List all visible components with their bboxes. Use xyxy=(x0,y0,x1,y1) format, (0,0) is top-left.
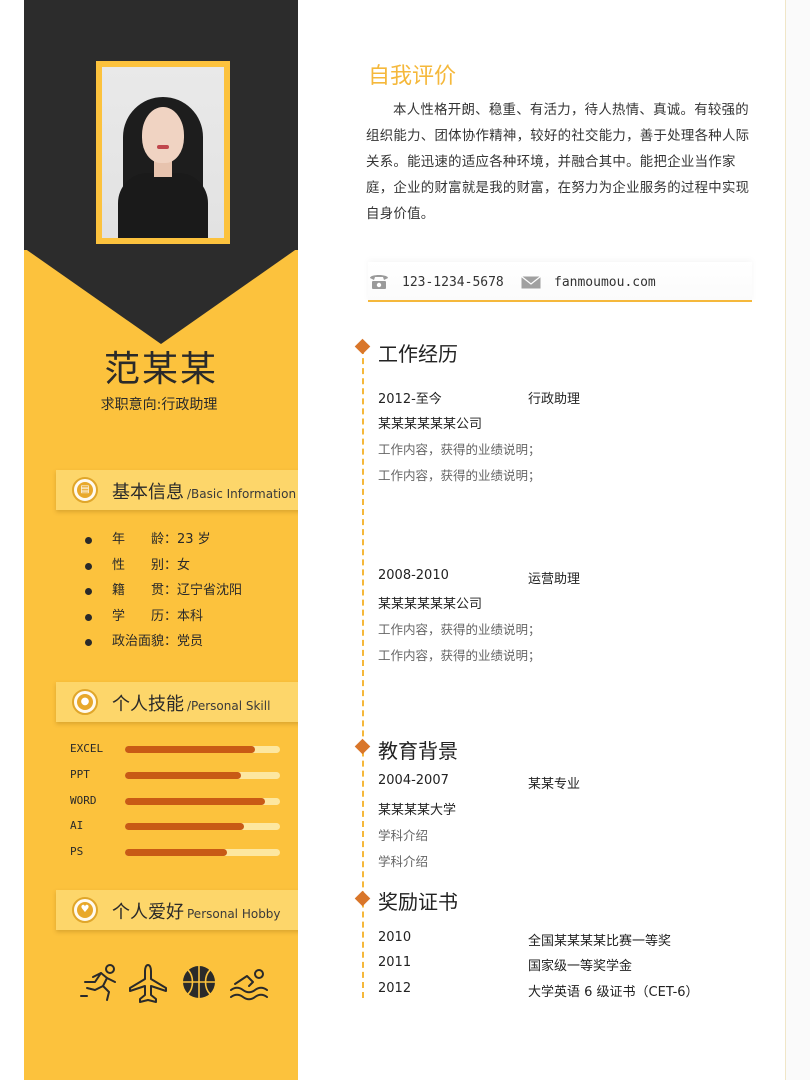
education-period: 2004-2007 某某专业 xyxy=(378,773,581,792)
work-entry-2-company: 某某某某某某公司 xyxy=(378,597,483,612)
airplane-icon xyxy=(129,964,167,1003)
skill-bar-fill xyxy=(125,849,228,857)
work-entry-1-detail: 工作内容，获得的业绩说明； xyxy=(378,442,541,457)
phone-icon xyxy=(370,275,388,289)
contact-email: fanmoumou.com xyxy=(554,275,656,290)
work-entry-2-detail: 工作内容，获得的业绩说明； xyxy=(378,622,541,637)
skill-bar-fill xyxy=(125,746,256,753)
basketball-icon xyxy=(183,966,215,998)
email-icon xyxy=(521,276,541,289)
education-title: 教育背景 xyxy=(378,739,458,763)
skill-bar-fill xyxy=(125,771,242,779)
work-entry-2-role: 运营助理 xyxy=(528,572,581,587)
skill-bar-track xyxy=(125,746,280,753)
job-intent: 求职意向:行政助理 xyxy=(100,397,218,413)
page-left-margin xyxy=(0,0,24,1080)
awards-title: 奖励证书 xyxy=(378,890,458,914)
hobby-title-en: Personal Hobby xyxy=(187,907,281,921)
info-education: 学 历：本科 xyxy=(84,606,242,632)
info-political: 政治面貌：党员 xyxy=(84,631,242,657)
work-entry-2-period: 2008-2010 运营助理 xyxy=(378,568,581,587)
award-row: 2010 全国某某某某比赛一等奖 xyxy=(378,930,672,949)
award-name: 国家级一等奖学金 xyxy=(528,959,633,974)
document-icon: ▤ xyxy=(72,477,98,503)
skill-bar-track xyxy=(125,797,280,805)
skill-bar-track xyxy=(125,771,280,779)
skills-title: 个人技能 xyxy=(112,694,184,715)
info-age: 年 龄：23 岁 xyxy=(84,529,242,555)
hobby-icons xyxy=(79,962,269,1006)
user-add-icon: ● xyxy=(72,689,98,715)
running-icon xyxy=(80,964,116,1001)
skill-label: AI xyxy=(70,819,84,833)
skill-label: PPT xyxy=(70,767,90,781)
award-name: 大学英语 6 级证书（CET-6） xyxy=(528,985,699,1000)
work-entry-1-period: 2012-至今 行政助理 xyxy=(378,388,580,407)
resume-page: 范某某 求职意向:行政助理 ▤ 基本信息/Basic Information 年… xyxy=(0,0,810,1080)
skill-label: EXCEL xyxy=(70,742,104,755)
basic-info-title: 基本信息 xyxy=(112,482,184,503)
candidate-name: 范某某 xyxy=(103,349,218,390)
swimming-icon xyxy=(230,969,268,1001)
heart-icon: ♥ xyxy=(72,897,98,923)
award-row: 2012 大学英语 6 级证书（CET-6） xyxy=(378,981,699,1000)
education-detail: 学科介绍 xyxy=(378,854,429,869)
skill-bar-fill xyxy=(125,823,245,831)
award-row: 2011 国家级一等奖学金 xyxy=(378,955,633,974)
education-major: 某某专业 xyxy=(528,777,581,792)
section-diamond xyxy=(354,890,371,907)
section-diamond xyxy=(354,338,371,355)
work-entry-1-role: 行政助理 xyxy=(528,392,581,407)
skill-bar-track xyxy=(125,823,280,831)
skill-label: PS xyxy=(70,845,84,859)
basic-info-header: ▤ 基本信息/Basic Information xyxy=(56,470,298,510)
profile-photo-frame xyxy=(96,61,230,244)
skills-header: ● 个人技能/Personal Skill xyxy=(56,682,298,722)
section-diamond xyxy=(354,738,371,755)
profile-photo xyxy=(102,67,224,238)
hobby-header: ♥ 个人爱好 Personal Hobby xyxy=(56,890,298,930)
main-content: 自我评价 本人性格开朗、稳重、有活力，待人热情、真诚。有较强的组织能力、团体协作… xyxy=(298,0,786,1080)
self-eval-text: 本人性格开朗、稳重、有活力，待人热情、真诚。有较强的组织能力、团体协作精神，较好… xyxy=(366,103,750,222)
page-right-margin xyxy=(785,0,810,1080)
info-origin: 籍 贯：辽宁省沈阳 xyxy=(84,580,242,606)
contact-phone: 123-1234-5678 xyxy=(402,275,504,290)
basic-info-list: 年 龄：23 岁 性 别：女 籍 贯：辽宁省沈阳 学 历：本科 政治面貌：党员 xyxy=(84,529,242,657)
basic-info-title-en: /Basic Information xyxy=(187,487,297,501)
skill-label: WORD xyxy=(70,793,97,807)
contact-bar: 123-1234-5678 fanmoumou.com xyxy=(368,262,752,302)
award-name: 全国某某某某比赛一等奖 xyxy=(528,934,672,949)
sidebar: 范某某 求职意向:行政助理 ▤ 基本信息/Basic Information 年… xyxy=(24,0,298,1080)
education-school: 某某某某大学 xyxy=(378,803,457,818)
work-entry-1-company: 某某某某某某公司 xyxy=(378,417,483,432)
info-gender: 性 别：女 xyxy=(84,555,242,581)
self-eval-title: 自我评价 xyxy=(368,64,457,89)
skill-bar-fill xyxy=(125,797,265,805)
skill-bar-track xyxy=(125,849,280,857)
sidebar-chevron xyxy=(24,248,298,344)
work-title: 工作经历 xyxy=(378,342,458,366)
education-detail: 学科介绍 xyxy=(378,828,429,843)
hobby-title: 个人爱好 xyxy=(112,902,184,923)
skills-title-en: /Personal Skill xyxy=(187,699,271,713)
work-entry-1-detail: 工作内容，获得的业绩说明； xyxy=(378,468,541,483)
work-entry-2-detail: 工作内容，获得的业绩说明； xyxy=(378,648,541,663)
